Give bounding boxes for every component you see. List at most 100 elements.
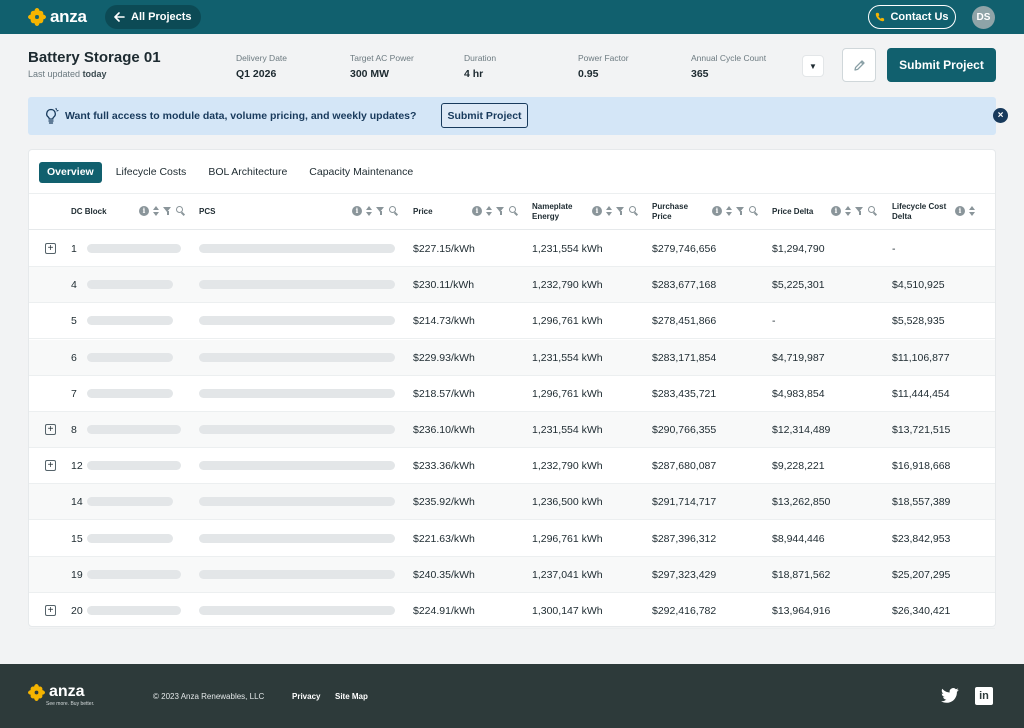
column-header-price-delta[interactable]: Price Delta [772,194,813,230]
expand-row-icon[interactable]: + [45,424,56,435]
banner-submit-project-button[interactable]: Submit Project [441,103,528,128]
sort-icon[interactable] [606,206,612,216]
column-header-nameplate-energy[interactable]: Nameplate Energy [532,194,572,230]
filter-icon[interactable] [496,206,505,216]
sort-icon[interactable] [366,206,372,216]
info-icon[interactable]: i [472,206,482,216]
table-row[interactable]: 6 $229.93/kWh 1,231,554 kWh $283,171,854 $4,… [29,339,995,376]
table-row[interactable]: 5 $214.73/kWh 1,296,761 kWh $278,451,866 - $5… [29,303,995,340]
flower-logo-icon [28,683,45,701]
linkedin-icon[interactable]: in [975,687,993,705]
table-row[interactable]: +20 $224.91/kWh 1,300,147 kWh $292,416,782 $… [29,593,995,629]
cell-price-delta: $13,262,850 [772,496,831,509]
sort-icon[interactable] [153,206,159,216]
table-row[interactable]: +12 $233.36/kWh 1,232,790 kWh $287,680,087 $… [29,448,995,485]
footer-logo[interactable]: anza [28,683,85,701]
info-icon[interactable]: i [139,206,149,216]
user-avatar[interactable]: DS [972,6,995,29]
last-updated-prefix: Last updated [28,69,81,79]
info-icon[interactable]: i [955,206,965,216]
privacy-link[interactable]: Privacy [292,692,320,701]
filter-icon[interactable] [616,206,625,216]
stat-target-ac-power: Target AC Power 300 MW [350,53,414,80]
tab-capacity-maintenance[interactable]: Capacity Maintenance [301,162,421,183]
tab-bol-architecture[interactable]: BOL Architecture [200,162,295,183]
anza-logo[interactable]: anza [28,7,87,27]
filter-icon[interactable] [736,206,745,216]
project-title: Battery Storage 01 [28,49,161,66]
edit-project-button[interactable] [842,48,876,82]
table-row[interactable]: 7 $218.57/kWh 1,296,761 kWh $283,435,721 $4,… [29,376,995,412]
expand-row-icon[interactable]: + [45,243,56,254]
filter-icon[interactable] [376,206,385,216]
search-icon[interactable] [749,206,758,216]
tab-lifecycle-costs[interactable]: Lifecycle Costs [108,162,195,183]
all-projects-button[interactable]: All Projects [105,5,201,29]
cell-nameplate-energy: 1,231,554 kWh [532,243,603,255]
cell-price-delta: $18,871,562 [772,568,831,581]
table-row[interactable]: 15 $221.63/kWh 1,296,761 kWh $287,396,312 $8… [29,521,995,557]
close-icon[interactable]: × [993,108,1008,123]
twitter-icon[interactable] [941,688,959,703]
cell-price-delta: - [772,315,776,328]
loading-placeholder [87,388,173,398]
submit-project-button[interactable]: Submit Project [887,48,996,82]
contact-us-button[interactable]: Contact Us [868,5,956,29]
expand-row-icon[interactable]: + [45,460,56,472]
table-row[interactable]: +8 $236.10/kWh 1,231,554 kWh $290,766,355 $1… [29,412,995,448]
search-icon[interactable] [389,206,398,216]
loading-placeholder [87,244,181,253]
filter-icon[interactable] [855,206,864,216]
column-header-purchase-price[interactable]: Purchase Price [652,194,688,230]
cell-price-delta: $12,314,489 [772,424,831,436]
tab-overview[interactable]: Overview [39,162,102,183]
stat-value: 300 MW [350,68,390,80]
filter-icon[interactable] [163,206,172,216]
cell-nameplate-energy: 1,231,554 kWh [532,351,603,364]
projects-table-card: Overview Lifecycle Costs BOL Architectur… [28,149,996,629]
sort-icon[interactable] [726,206,732,216]
info-icon[interactable]: i [352,206,362,216]
info-icon[interactable]: i [831,206,841,216]
column-header-pcs[interactable]: PCS [199,194,215,230]
search-icon[interactable] [176,206,185,216]
header-line: Price [652,212,672,221]
info-icon[interactable]: i [712,206,722,216]
expand-row-icon[interactable]: + [45,605,56,616]
cell-price-delta: $13,964,916 [772,605,831,617]
purchase-column-controls: i [712,206,758,216]
header-line: Delta [892,212,912,221]
table-row[interactable]: 4 $230.11/kWh 1,232,790 kWh $283,677,168 $5,… [29,267,995,304]
cell-purchase-price: $292,416,782 [652,605,717,617]
column-header-price[interactable]: Price [413,194,433,230]
column-header-lifecycle-cost-delta[interactable]: Lifecycle Cost Delta [892,194,946,230]
table-row[interactable]: 14 $235.92/kWh 1,236,500 kWh $291,714,717 $1… [29,484,995,521]
cell-purchase-price: $287,680,087 [652,460,717,473]
search-icon[interactable] [629,206,638,216]
arrow-left-icon [114,12,125,22]
sort-icon[interactable] [486,206,492,216]
top-nav: anza All Projects Contact Us DS [0,0,1024,34]
pcs-column-controls: i [352,206,398,216]
cell-dc-block: 1 [71,243,77,255]
stat-label: Annual Cycle Count [691,53,767,63]
info-icon[interactable]: i [592,206,602,216]
site-map-link[interactable]: Site Map [335,692,368,701]
search-icon[interactable] [509,206,518,216]
column-header-dc-block[interactable]: DC Block [71,194,107,230]
stats-dropdown-button[interactable]: ▼ [802,55,824,77]
loading-placeholder [199,316,395,326]
loading-placeholder [199,533,395,543]
sort-icon[interactable] [969,206,975,216]
cell-lifecycle-cost-delta: $23,842,953 [892,532,951,545]
cell-price-delta: $9,228,221 [772,460,825,473]
search-icon[interactable] [868,206,877,216]
cell-lifecycle-cost-delta: $13,721,515 [892,424,951,436]
table-row[interactable]: 19 $240.35/kWh 1,237,041 kWh $297,323,429 $1… [29,556,995,593]
cell-nameplate-energy: 1,300,147 kWh [532,605,603,617]
all-projects-label: All Projects [131,11,192,23]
pencil-icon [853,59,865,71]
cell-lifecycle-cost-delta: - [892,243,896,255]
table-row[interactable]: +1 $227.15/kWh 1,231,554 kWh $279,746,656 $1… [29,231,995,267]
sort-icon[interactable] [845,206,851,216]
